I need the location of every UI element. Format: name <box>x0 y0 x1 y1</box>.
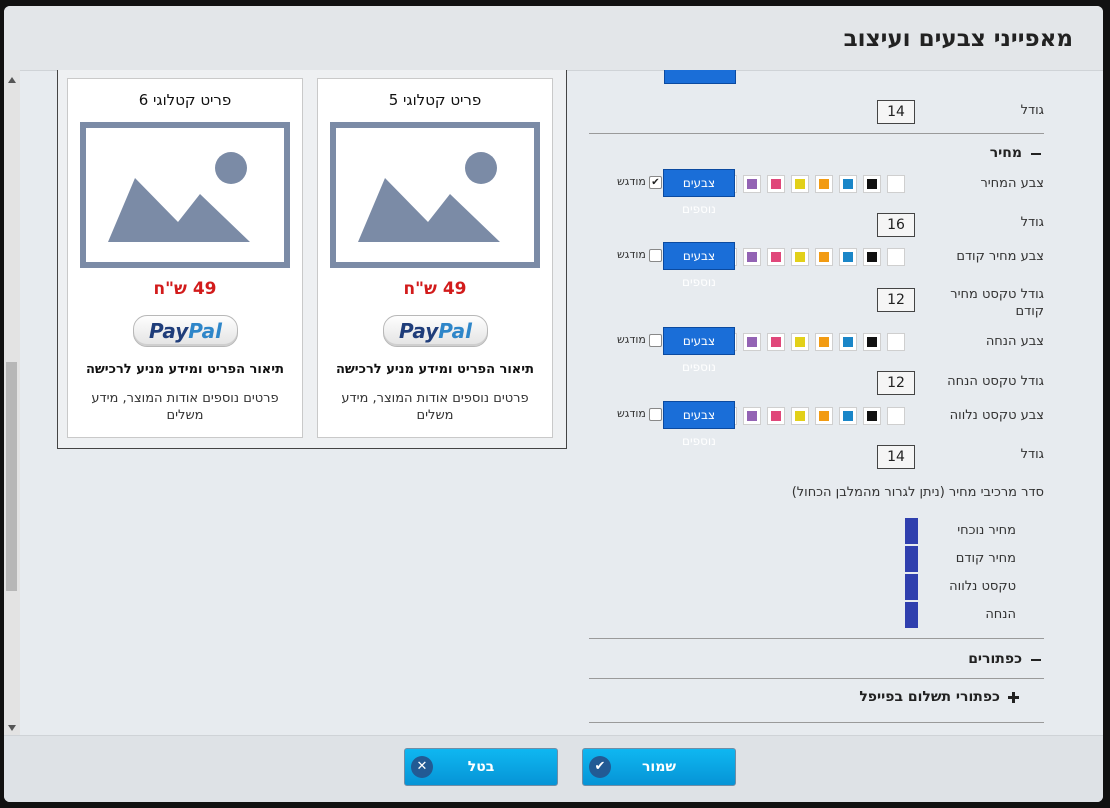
order-item-old-price[interactable]: מחיר קודם <box>905 546 1040 572</box>
color-swatch[interactable] <box>791 407 809 425</box>
color-swatch[interactable] <box>791 333 809 351</box>
scrollbar[interactable] <box>4 70 20 736</box>
color-swatch[interactable] <box>863 333 881 351</box>
card-more-info: פרטים נוספים אודות המוצר, מידע משלים <box>91 391 279 423</box>
order-item-current-price[interactable]: מחיר נוכחי <box>905 518 1040 544</box>
design-dialog: מאפייני צבעים ועיצוב פריט קטלוגי 6 49 ש"… <box>4 6 1103 802</box>
close-icon: ✕ <box>411 756 433 778</box>
color-swatch[interactable] <box>767 175 785 193</box>
price-size-input[interactable]: 16 <box>877 213 915 237</box>
color-palette <box>719 407 905 425</box>
cancel-button[interactable]: ✕ בטל <box>404 748 558 786</box>
drag-handle[interactable] <box>905 518 918 544</box>
card-more-info: פרטים נוספים אודות המוצר, מידע משלים <box>341 391 529 423</box>
accompany-size-input[interactable]: 14 <box>877 445 915 469</box>
collapse-icon[interactable] <box>1031 659 1041 661</box>
section-paypal-buttons[interactable]: כפתורי תשלום בפייפל <box>859 689 1000 705</box>
paypal-button[interactable]: PayPal <box>383 315 488 347</box>
image-placeholder-icon <box>330 122 540 268</box>
order-label: סדר מרכיבי מחיר (ניתן לגרור מהמלבן הכחול… <box>791 485 1044 500</box>
bold-checkbox[interactable] <box>649 249 662 262</box>
drag-handle[interactable] <box>905 546 918 572</box>
color-swatch[interactable] <box>743 175 761 193</box>
old-price-text-size-input[interactable]: 12 <box>877 288 915 312</box>
scroll-down-arrow-icon[interactable] <box>8 725 16 731</box>
more-colors-button-partial[interactable] <box>664 70 736 84</box>
color-swatch[interactable] <box>863 175 881 193</box>
color-swatch[interactable] <box>863 248 881 266</box>
card-description: תיאור הפריט ומידע מניע לרכישה <box>336 362 534 377</box>
color-swatch[interactable] <box>791 248 809 266</box>
check-icon: ✔ <box>589 756 611 778</box>
discount-color-row: צבע הנחה צבעים נוספים מודגש <box>589 327 1044 374</box>
catalog-preview: פריט קטלוגי 6 49 ש"ח PayPal תיאור הפריט … <box>57 70 567 449</box>
scroll-up-arrow-icon[interactable] <box>8 77 16 83</box>
color-swatch[interactable] <box>839 333 857 351</box>
old-price-color-row: צבע מחיר קודם צבעים נוספים מודגש <box>589 242 1044 289</box>
more-colors-button[interactable]: צבעים נוספים <box>663 242 735 289</box>
save-button[interactable]: ✔ שמור <box>582 748 736 786</box>
color-swatch[interactable] <box>743 333 761 351</box>
scroll-thumb[interactable] <box>6 362 17 591</box>
color-swatch[interactable] <box>743 248 761 266</box>
dialog-content: פריט קטלוגי 6 49 ש"ח PayPal תיאור הפריט … <box>4 70 1103 736</box>
color-palette <box>719 248 905 266</box>
color-swatch[interactable] <box>767 407 785 425</box>
color-palette <box>719 175 905 193</box>
more-colors-button[interactable]: צבעים נוספים <box>663 401 735 448</box>
price-color-row: צבע המחיר צבעים נוספים ✔ מודגש <box>589 169 1044 216</box>
color-swatch[interactable] <box>743 407 761 425</box>
color-swatch[interactable] <box>839 175 857 193</box>
color-swatch[interactable] <box>815 407 833 425</box>
divider <box>589 638 1044 639</box>
color-swatch[interactable] <box>815 248 833 266</box>
discount-text-size-input[interactable]: 12 <box>877 371 915 395</box>
bold-checkbox[interactable]: ✔ <box>649 176 662 189</box>
more-colors-button[interactable]: צבעים נוספים <box>663 169 735 216</box>
font-size-input[interactable]: 14 <box>877 100 915 124</box>
color-swatch[interactable] <box>887 333 905 351</box>
bold-checkbox[interactable] <box>649 334 662 347</box>
color-swatch[interactable] <box>839 248 857 266</box>
color-swatch[interactable] <box>767 333 785 351</box>
settings-panel: גודל 14 מחיר צבע המחיר צבעים נוספים ✔ מו… <box>589 70 1044 736</box>
expand-icon[interactable] <box>1008 692 1019 703</box>
card-title: פריט קטלוגי 5 <box>388 91 482 109</box>
divider <box>589 678 1044 679</box>
color-swatch[interactable] <box>815 333 833 351</box>
color-swatch[interactable] <box>887 175 905 193</box>
catalog-card: פריט קטלוגי 5 49 ש"ח PayPal תיאור הפריט … <box>317 78 553 438</box>
divider <box>589 133 1044 134</box>
color-swatch[interactable] <box>887 248 905 266</box>
more-colors-button[interactable]: צבעים נוספים <box>663 327 735 374</box>
collapse-icon[interactable] <box>1031 153 1041 155</box>
card-price: 49 ש"ח <box>153 279 217 299</box>
color-swatch[interactable] <box>863 407 881 425</box>
color-swatch[interactable] <box>815 175 833 193</box>
catalog-card: פריט קטלוגי 6 49 ש"ח PayPal תיאור הפריט … <box>67 78 303 438</box>
section-price[interactable]: מחיר <box>990 145 1022 161</box>
accompany-color-row: צבע טקסט נלווה צבעים נוספים מודגש <box>589 401 1044 448</box>
color-swatch[interactable] <box>887 407 905 425</box>
card-price: 49 ש"ח <box>403 279 467 299</box>
color-swatch[interactable] <box>791 175 809 193</box>
color-palette <box>719 333 905 351</box>
bold-checkbox[interactable] <box>649 408 662 421</box>
card-description: תיאור הפריט ומידע מניע לרכישה <box>86 362 284 377</box>
dialog-header: מאפייני צבעים ועיצוב <box>4 6 1103 71</box>
paypal-button[interactable]: PayPal <box>133 315 238 347</box>
section-buttons[interactable]: כפתורים <box>968 651 1022 667</box>
order-item-accompany-text[interactable]: טקסט נלווה <box>905 574 1040 600</box>
drag-handle[interactable] <box>905 574 918 600</box>
color-swatch[interactable] <box>767 248 785 266</box>
image-placeholder-icon <box>80 122 290 268</box>
order-item-discount[interactable]: הנחה <box>905 602 1040 628</box>
card-title: פריט קטלוגי 6 <box>138 91 232 109</box>
dialog-title: מאפייני צבעים ועיצוב <box>843 26 1073 52</box>
drag-handle[interactable] <box>905 602 918 628</box>
color-swatch[interactable] <box>839 407 857 425</box>
dialog-footer: ✕ בטל ✔ שמור <box>4 735 1103 802</box>
divider <box>589 722 1044 723</box>
